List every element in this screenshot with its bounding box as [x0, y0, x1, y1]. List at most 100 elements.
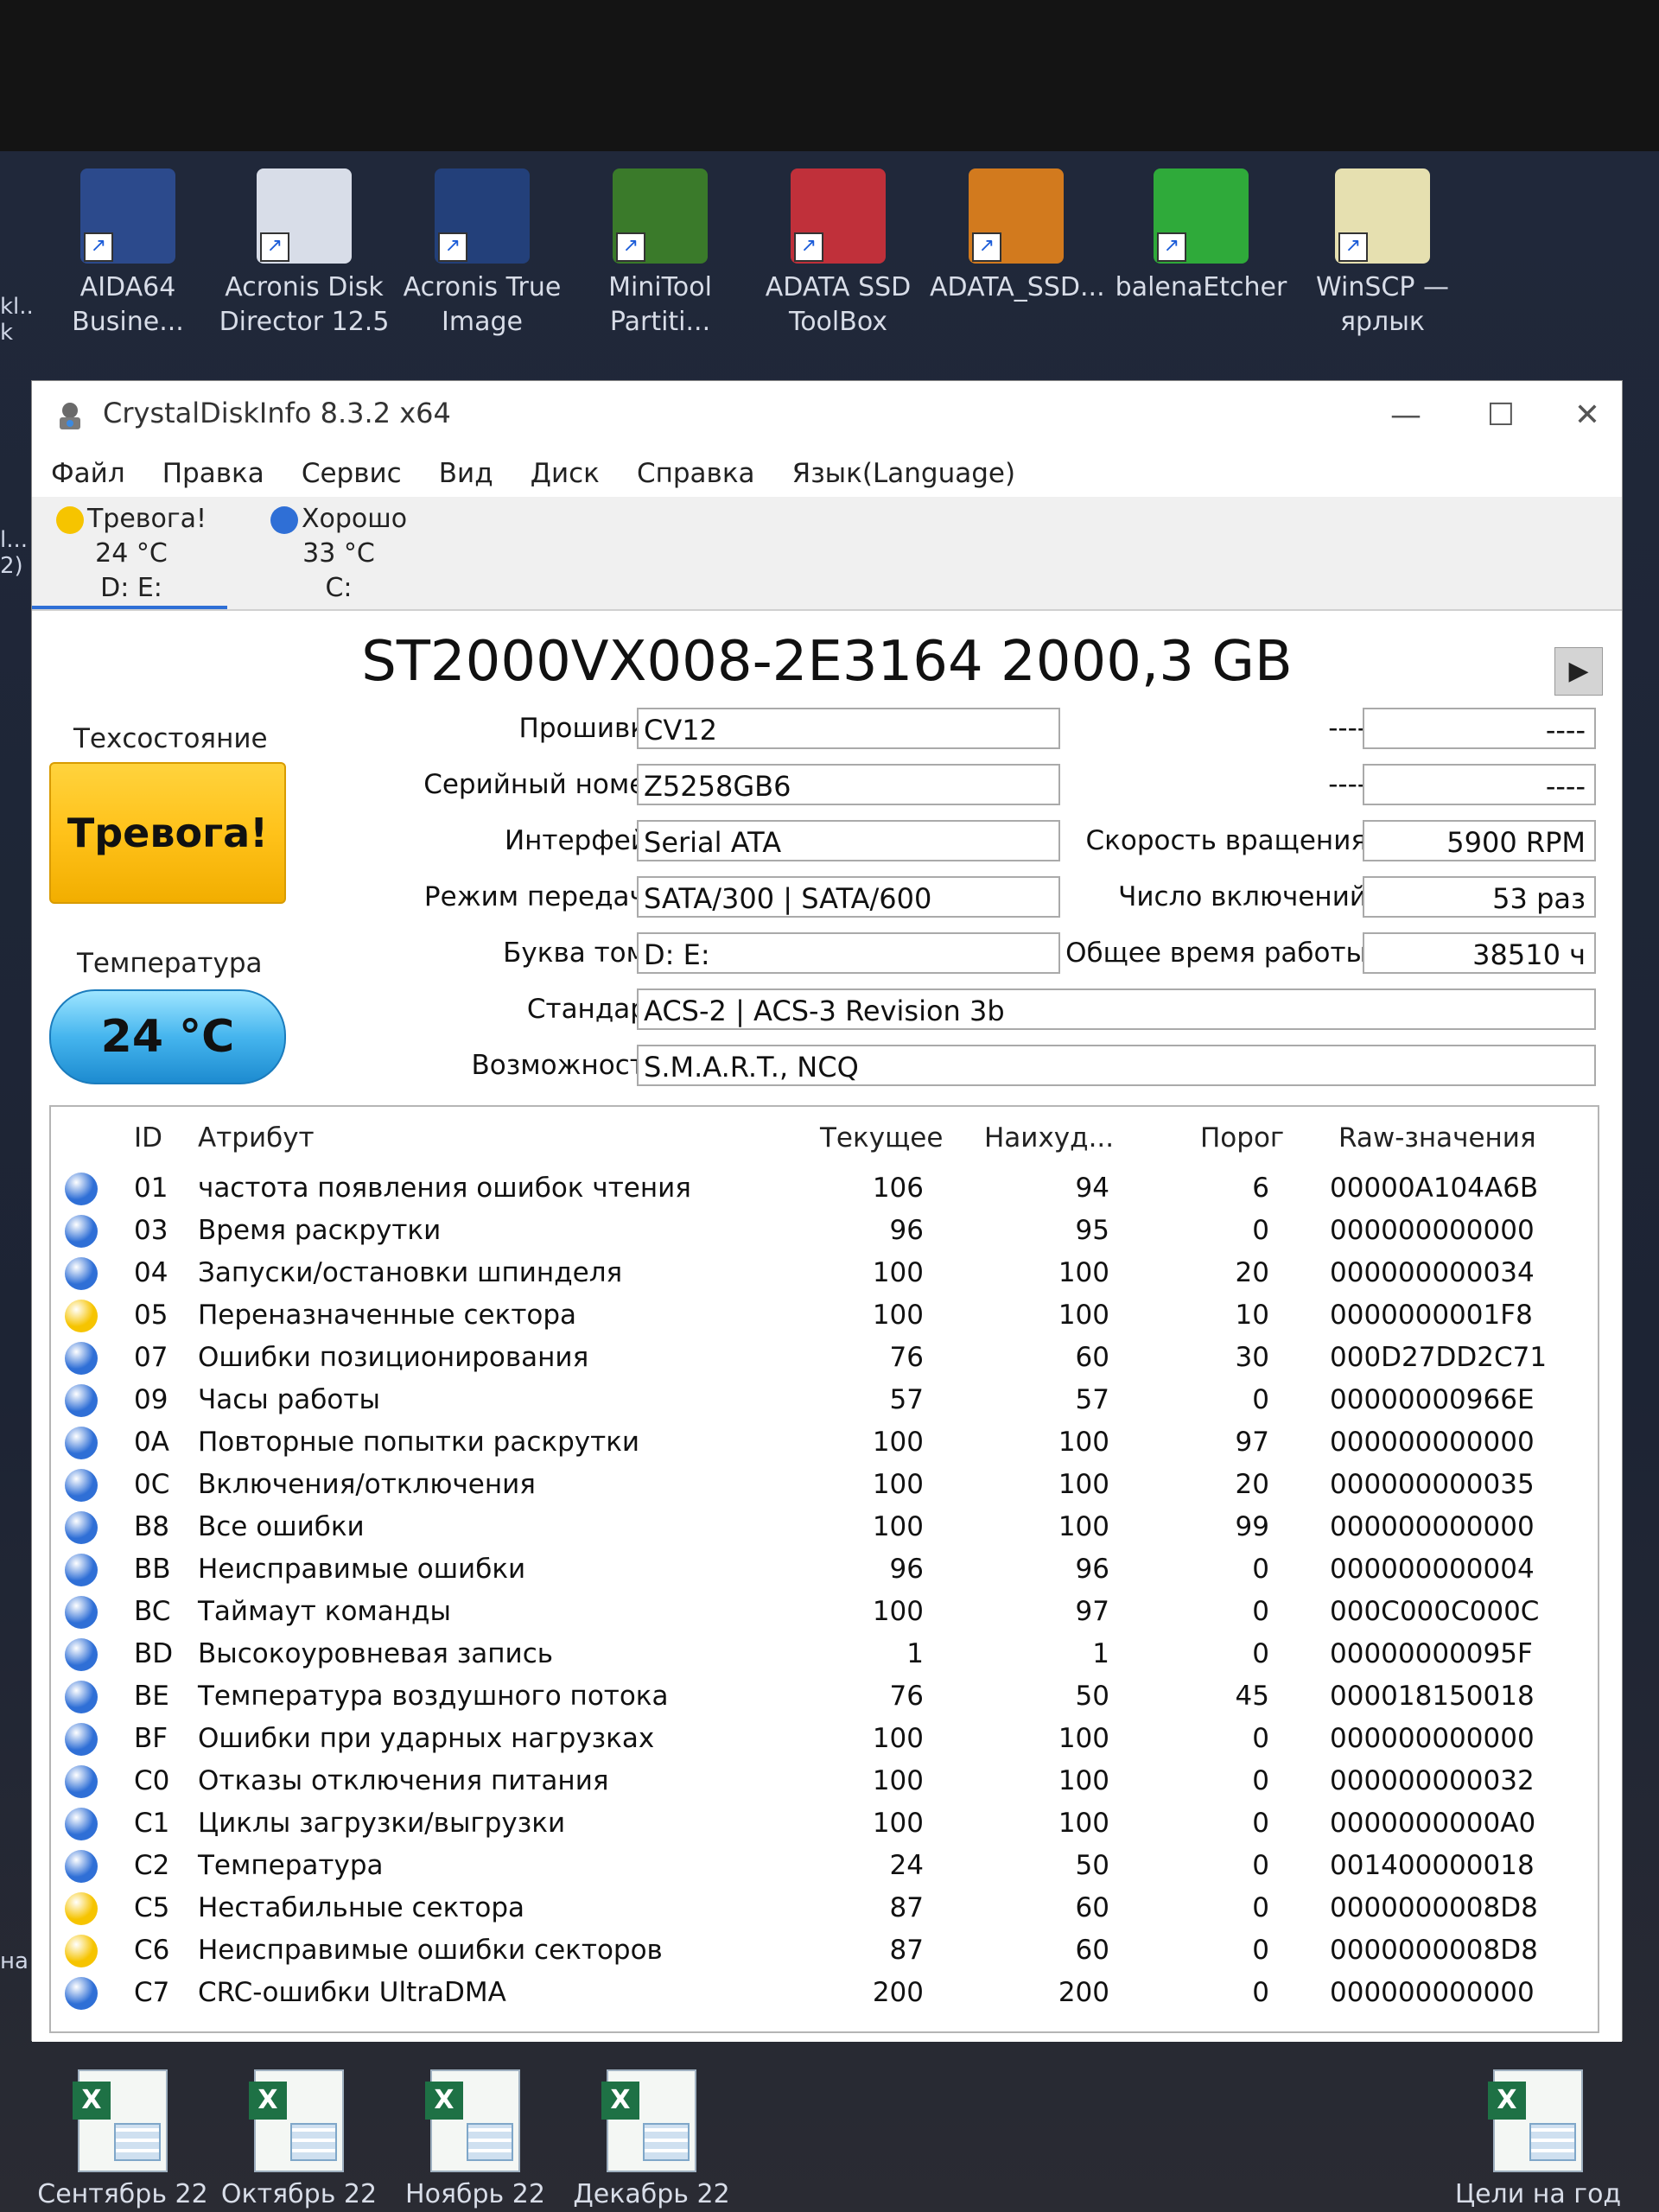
status-dot-icon — [65, 1638, 98, 1671]
spreadsheet-grid-icon — [467, 2123, 513, 2161]
attribute-name: Часы работы — [198, 1384, 380, 1415]
power-on-count-label: Число включений — [1118, 881, 1367, 912]
attribute-name: Время раскрутки — [198, 1215, 442, 1246]
desktop-shortcut[interactable]: ↗ MiniTool Partiti... — [574, 168, 747, 340]
disk-tab-de[interactable]: Тревога! 24 °C D: E: — [32, 502, 231, 606]
raw-value: 000000000034 — [1330, 1257, 1535, 1288]
next-disk-button[interactable]: ▶ — [1554, 647, 1603, 696]
desktop-shortcut-label: AIDA64 — [79, 272, 176, 302]
excel-logo-icon: X — [425, 2082, 463, 2120]
app-shortcut-icon: ↗ — [80, 168, 175, 264]
excel-file-icon: X — [601, 2069, 696, 2172]
table-row[interactable]: BB Неисправимые ошибки 96 96 0 000000000004 — [51, 1548, 1598, 1591]
desktop-shortcut[interactable]: ↗ Acronis True Image — [396, 168, 569, 340]
current-value: 100 — [872, 1723, 924, 1754]
maximize-button[interactable]: ☐ — [1475, 390, 1527, 442]
table-row[interactable]: 07 Ошибки позиционирования 76 60 30 000D27DD2… — [51, 1337, 1598, 1379]
attribute-id: C2 — [134, 1850, 170, 1881]
attribute-id: BF — [134, 1723, 168, 1754]
attribute-id: BB — [134, 1554, 171, 1585]
table-row[interactable]: 03 Время раскрутки 96 95 0 000000000000 — [51, 1210, 1598, 1252]
desktop-excel-file[interactable]: X Декабрь 22 — [565, 2069, 738, 2209]
app-shortcut-icon: ↗ — [613, 168, 708, 264]
table-row[interactable]: C5 Нестабильные сектора 87 60 0 0000000008D8 — [51, 1887, 1598, 1929]
disk-tab-status: Тревога! — [86, 504, 207, 534]
attribute-name: Переназначенные сектора — [198, 1300, 577, 1331]
column-header-threshold[interactable]: Порог — [1200, 1122, 1284, 1154]
temperature-label: Температура — [77, 948, 263, 979]
table-row[interactable]: B8 Все ошибки 100 100 99 000000000000 — [51, 1506, 1598, 1548]
close-button[interactable]: ✕ — [1561, 390, 1613, 442]
table-row[interactable]: 0C Включения/отключения 100 100 20 0000000000… — [51, 1464, 1598, 1506]
menu-language[interactable]: Язык(Language) — [792, 450, 1015, 497]
desktop-shortcut-label: Director 12.5 — [219, 307, 390, 337]
status-dot-icon — [65, 1977, 98, 2010]
threshold-value: 0 — [1252, 1935, 1269, 1966]
desktop-excel-file[interactable]: X Ноябрь 22 — [389, 2069, 562, 2209]
menu-service[interactable]: Сервис — [302, 450, 402, 497]
desktop-shortcut[interactable]: ↗ AIDA64 Busine... — [41, 168, 214, 340]
raw-value: 000C000C000C — [1330, 1596, 1540, 1627]
menu-edit[interactable]: Правка — [162, 450, 264, 497]
table-row[interactable]: C0 Отказы отключения питания 100 100 0 000000… — [51, 1760, 1598, 1802]
worst-value: 100 — [1058, 1765, 1109, 1796]
menu-view[interactable]: Вид — [439, 450, 493, 497]
left-edge-label-mid: l... 2) — [0, 527, 29, 579]
worst-value: 100 — [1058, 1257, 1109, 1288]
disk-tab-c[interactable]: Хорошо 33 °C C: — [239, 502, 438, 606]
desktop-shortcut[interactable]: ↗ Acronis Disk Director 12.5 — [218, 168, 391, 340]
status-dot-icon — [65, 1215, 98, 1248]
attribute-id: C0 — [134, 1765, 170, 1796]
column-header-attribute[interactable]: Атрибут — [198, 1122, 315, 1154]
desktop-shortcut[interactable]: ↗ ADATA SSD ToolBox — [752, 168, 925, 340]
temperature-button[interactable]: 24 °C — [49, 989, 286, 1084]
disk-tab-letters: C: — [325, 573, 353, 603]
desktop-excel-file[interactable]: X Цели на год — [1452, 2069, 1624, 2209]
table-row[interactable]: BD Высокоуровневая запись 1 1 0 00000000095F — [51, 1633, 1598, 1675]
table-row[interactable]: C6 Неисправимые ошибки секторов 87 60 0 00000… — [51, 1929, 1598, 1972]
table-row[interactable]: BC Таймаут команды 100 97 0 000C000C000C — [51, 1591, 1598, 1633]
desktop-shortcut[interactable]: ↗ WinSCP — ярлык — [1296, 168, 1469, 340]
desktop-excel-file[interactable]: X Октябрь 22 — [213, 2069, 385, 2209]
table-row[interactable]: C7 CRC-ошибки UltraDMA 200 200 0 000000000000 — [51, 1972, 1598, 2014]
shortcut-arrow-icon: ↗ — [616, 232, 645, 262]
menu-help[interactable]: Справка — [637, 450, 755, 497]
menu-file[interactable]: Файл — [51, 450, 125, 497]
status-dot-icon — [65, 1384, 98, 1417]
desktop-excel-file[interactable]: X Сентябрь 22 — [36, 2069, 209, 2209]
column-header-raw[interactable]: Raw-значения — [1338, 1122, 1536, 1154]
current-value: 100 — [872, 1257, 924, 1288]
worst-value: 60 — [1075, 1892, 1109, 1923]
column-header-id[interactable]: ID — [134, 1122, 162, 1154]
table-row[interactable]: 01 частота появления ошибок чтения 106 94 6 0… — [51, 1167, 1598, 1210]
table-row[interactable]: 04 Запуски/остановки шпинделя 100 100 20 0000… — [51, 1252, 1598, 1294]
title-bar[interactable]: CrystalDiskInfo 8.3.2 x64 — ☐ ✕ — [32, 381, 1622, 450]
current-value: 96 — [889, 1215, 924, 1246]
table-row[interactable]: C2 Температура 24 50 0 001400000018 — [51, 1845, 1598, 1887]
status-dot-icon — [65, 1469, 98, 1502]
desktop-shortcut[interactable]: ↗ balenaEtcher — [1115, 168, 1287, 305]
current-value: 87 — [889, 1892, 924, 1923]
threshold-value: 45 — [1235, 1681, 1269, 1712]
column-header-worst[interactable]: Наихуд... — [984, 1122, 1114, 1154]
desktop-shortcut[interactable]: ↗ ADATA_SSD... — [930, 168, 1105, 305]
table-row[interactable]: BE Температура воздушного потока 76 50 45 000… — [51, 1675, 1598, 1718]
monitor-bezel — [0, 0, 1659, 151]
table-row[interactable]: 09 Часы работы 57 57 0 00000000966E — [51, 1379, 1598, 1421]
smart-attributes-table[interactable]: ID Атрибут Текущее Наихуд... Порог Raw-з… — [49, 1105, 1599, 2033]
table-row[interactable]: C1 Циклы загрузки/выгрузки 100 100 0 00000000… — [51, 1802, 1598, 1845]
table-row[interactable]: 05 Переназначенные сектора 100 100 10 0000000… — [51, 1294, 1598, 1337]
attribute-id: C5 — [134, 1892, 170, 1923]
threshold-value: 99 — [1235, 1511, 1269, 1542]
table-row[interactable]: 0A Повторные попытки раскрутки 100 100 97 000… — [51, 1421, 1598, 1464]
table-row[interactable]: BF Ошибки при ударных нагрузках 100 100 0 000… — [51, 1718, 1598, 1760]
disk-tab-status: Хорошо — [301, 504, 408, 534]
health-status-button[interactable]: Тревога! — [49, 762, 286, 904]
threshold-value: 20 — [1235, 1257, 1269, 1288]
menu-disk[interactable]: Диск — [531, 450, 600, 497]
column-header-current[interactable]: Текущее — [820, 1122, 943, 1154]
raw-value: 000000000000 — [1330, 1977, 1535, 2008]
status-dot-icon — [65, 1892, 98, 1925]
minimize-button[interactable]: — — [1380, 390, 1432, 442]
current-value: 100 — [872, 1427, 924, 1458]
